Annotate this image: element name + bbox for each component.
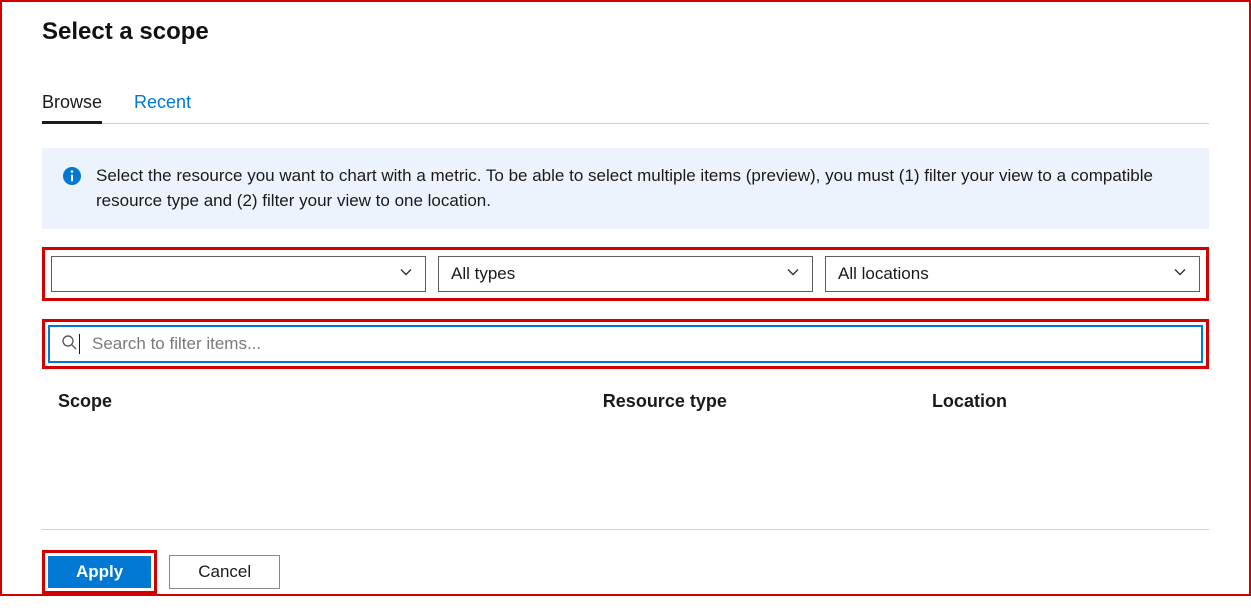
search-box[interactable]: [51, 328, 1200, 360]
info-banner: Select the resource you want to chart wi…: [42, 148, 1209, 229]
cancel-button[interactable]: Cancel: [169, 555, 280, 589]
search-highlight: [42, 319, 1209, 369]
chevron-down-icon: [399, 264, 413, 284]
chevron-down-icon: [786, 264, 800, 284]
info-icon: [62, 166, 82, 191]
search-focus-ring: [48, 325, 1203, 363]
location-dropdown[interactable]: All locations: [825, 256, 1200, 292]
table-header-row: Scope Resource type Location: [42, 387, 1209, 416]
resource-type-dropdown-value: All types: [451, 264, 786, 284]
tab-recent[interactable]: Recent: [134, 86, 191, 123]
apply-button[interactable]: Apply: [48, 556, 151, 588]
chevron-down-icon: [1173, 264, 1187, 284]
resource-type-dropdown[interactable]: All types: [438, 256, 813, 292]
column-header-location: Location: [932, 391, 1193, 412]
column-header-resource-type: Resource type: [603, 391, 932, 412]
apply-highlight: Apply: [42, 550, 157, 594]
subscription-dropdown[interactable]: [51, 256, 426, 292]
dialog-footer: Apply Cancel: [42, 529, 1209, 594]
location-dropdown-value: All locations: [838, 264, 1173, 284]
search-input[interactable]: [92, 334, 1190, 354]
text-cursor: [79, 334, 80, 354]
filters-row: All types All locations: [42, 247, 1209, 301]
tab-strip: Browse Recent: [42, 86, 1209, 124]
tab-browse[interactable]: Browse: [42, 86, 102, 123]
dialog-title: Select a scope: [42, 18, 1209, 46]
column-header-scope: Scope: [58, 391, 603, 412]
search-icon: [61, 334, 77, 355]
select-scope-dialog: Select a scope Browse Recent Select the …: [2, 18, 1249, 610]
info-text: Select the resource you want to chart wi…: [96, 164, 1189, 213]
